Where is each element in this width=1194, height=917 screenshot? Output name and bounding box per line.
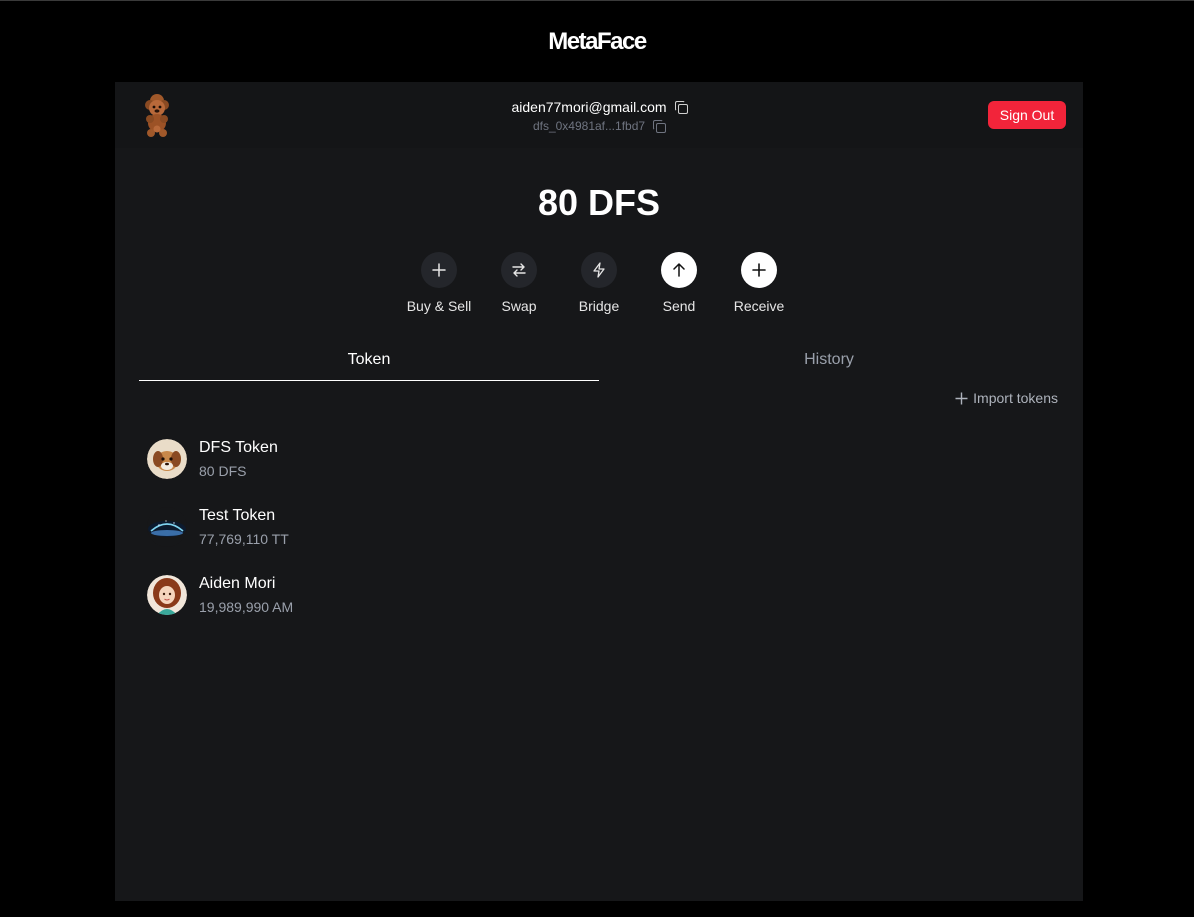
import-tokens-link[interactable]: Import tokens [955, 390, 1058, 406]
token-amount: 80 DFS [199, 463, 247, 479]
brand-logo: MetaFace [548, 28, 647, 55]
action-bar: Buy & Sell Swap Bridge Send Receive [115, 252, 1083, 314]
account-info: aiden77mori@gmail.com dfs_0x4981af...1fb… [115, 99, 1083, 133]
swap-label: Swap [501, 298, 537, 314]
swap-arrows-icon [501, 252, 537, 288]
list-item[interactable]: DFS Token 80 DFS [147, 425, 1027, 493]
tab-history[interactable]: History [599, 346, 1059, 381]
receive-button[interactable]: Receive [734, 252, 784, 314]
token-amount: 77,769,110 TT [199, 531, 289, 547]
plus-icon [741, 252, 777, 288]
list-item[interactable]: Test Token 77,769,110 TT [147, 493, 1027, 561]
window-top-border [0, 0, 1194, 1]
balance-amount: 80 DFS [537, 182, 661, 223]
list-item[interactable]: Aiden Mori 19,989,990 AM [147, 561, 1027, 629]
plus-icon [955, 392, 968, 404]
buy-sell-label: Buy & Sell [406, 298, 472, 314]
tab-token[interactable]: Token [139, 346, 599, 381]
token-list: DFS Token 80 DFS Test Token 77,769,110 T… [147, 425, 1027, 629]
copy-email-icon[interactable] [674, 101, 688, 114]
send-button[interactable]: Send [661, 252, 697, 314]
receive-label: Receive [733, 298, 785, 314]
bridge-button[interactable]: Bridge [578, 252, 620, 314]
lightning-icon [581, 252, 617, 288]
swap-button[interactable]: Swap [501, 252, 537, 314]
token-name: Aiden Mori [199, 575, 276, 592]
bridge-label: Bridge [578, 298, 620, 314]
token-name: Test Token [199, 507, 276, 524]
buy-sell-button[interactable]: Buy & Sell [407, 252, 471, 314]
plus-icon [421, 252, 457, 288]
arrow-up-icon [661, 252, 697, 288]
copy-address-icon[interactable] [653, 120, 667, 133]
aiden-mori-token-icon [147, 575, 187, 615]
sign-out-button[interactable]: Sign Out [988, 101, 1066, 129]
dfs-token-icon [147, 439, 187, 479]
account-email: aiden77mori@gmail.com [511, 99, 667, 115]
tab-bar: Token History [139, 346, 1059, 381]
wallet-panel: aiden77mori@gmail.com dfs_0x4981af...1fb… [115, 82, 1083, 901]
test-token-icon [147, 507, 187, 547]
send-label: Send [662, 298, 696, 314]
import-tokens-label: Import tokens [973, 390, 1058, 406]
token-amount: 19,989,990 AM [199, 599, 294, 615]
account-header: aiden77mori@gmail.com dfs_0x4981af...1fb… [115, 82, 1083, 148]
token-name: DFS Token [199, 439, 278, 456]
wallet-address: dfs_0x4981af...1fbd7 [532, 119, 646, 133]
